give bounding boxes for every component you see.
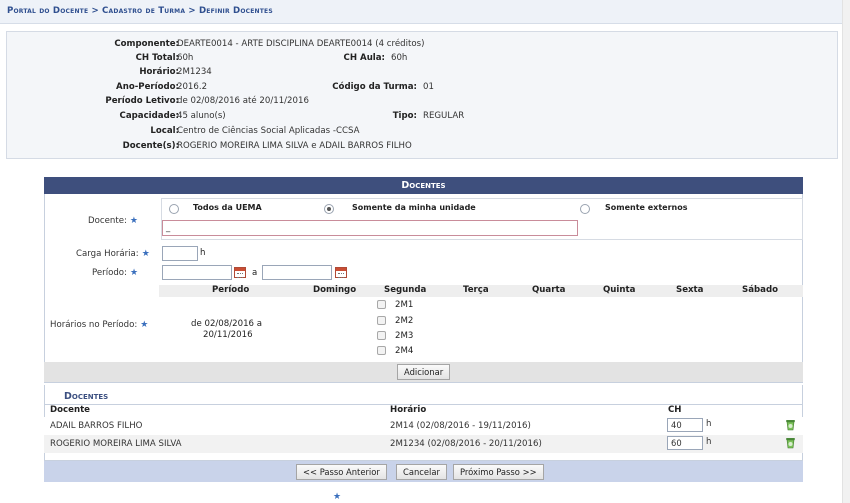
required-star-icon: ★: [333, 492, 342, 502]
header-quarta: Quarta: [532, 285, 566, 295]
radio-todos-uema[interactable]: [169, 204, 179, 214]
row-horario: 2M1234 (02/08/2016 - 20/11/2016): [390, 439, 542, 449]
local-value: Centro de Ciências Social Aplicadas -CCS…: [177, 126, 360, 136]
row-docente: ADAIL BARROS FILHO: [50, 421, 143, 431]
calendar-icon[interactable]: [335, 267, 347, 278]
header-sexta: Sexta: [676, 285, 704, 295]
breadcrumb: Portal do Docente > Cadastro de Turma > …: [0, 0, 842, 24]
breadcrumb-text: Portal do Docente > Cadastro de Turma > …: [7, 6, 273, 16]
ch-input[interactable]: 40: [667, 418, 703, 432]
required-star-icon: ★: [129, 268, 139, 278]
capacidade-label: Capacidade:: [119, 111, 179, 121]
carga-unit: h: [200, 248, 206, 258]
previous-step-button[interactable]: << Passo Anterior: [296, 464, 387, 480]
carga-horaria-input[interactable]: [162, 246, 198, 261]
horario-value: 2M1234: [177, 67, 212, 77]
tipo-value: REGULAR: [423, 111, 465, 121]
remove-icon[interactable]: [785, 437, 796, 449]
calendar-icon[interactable]: [234, 267, 246, 278]
ch-unit: h: [706, 419, 712, 429]
header-sabado: Sábado: [742, 285, 778, 295]
ch-input[interactable]: 60: [667, 436, 703, 450]
docentes-value: ROGERIO MOREIRA LIMA SILVA e ADAIL BARRO…: [177, 141, 412, 151]
slot-checkbox[interactable]: [377, 331, 386, 340]
required-star-icon: ★: [129, 216, 138, 226]
componente-value: DEARTE0014 - ARTE DISCIPLINA DEARTE0014 …: [177, 39, 425, 49]
form-title: Docentes: [44, 177, 803, 194]
docente-input[interactable]: _: [162, 220, 578, 236]
ch-aula-value: 60h: [391, 53, 408, 63]
local-label: Local:: [150, 126, 179, 136]
header-docente: Docente: [50, 405, 91, 415]
slot-label: 2M1: [395, 300, 414, 310]
slot-label: 2M3: [395, 331, 414, 341]
header-domingo: Domingo: [313, 285, 357, 295]
header-terca: Terça: [463, 285, 489, 295]
periodo-separator: a: [252, 268, 258, 278]
periodo-letivo-label: Período Letivo:: [105, 96, 179, 106]
periodo-text-1: de 02/08/2016 a: [191, 319, 263, 329]
row-horario: 2M14 (02/08/2016 - 19/11/2016): [390, 421, 531, 431]
horario-label: Horário:: [139, 67, 179, 77]
periodo-inicio-input[interactable]: [162, 265, 232, 280]
slot-label: 2M4: [395, 346, 414, 356]
slot-label: 2M2: [395, 316, 414, 326]
codigo-turma-value: 01: [423, 82, 434, 92]
cancel-button[interactable]: Cancelar: [396, 464, 447, 480]
adicionar-button[interactable]: Adicionar: [397, 364, 451, 380]
remove-icon[interactable]: [785, 419, 796, 431]
radio-minha-unidade[interactable]: [324, 204, 334, 214]
scrollbar[interactable]: [842, 0, 850, 503]
slot-checkbox[interactable]: [377, 346, 386, 355]
radio-todos-uema-label: Todos da UEMA: [193, 203, 262, 212]
slot-checkbox[interactable]: [377, 316, 386, 325]
radio-somente-externos-label: Somente externos: [605, 203, 688, 212]
slot-checkbox[interactable]: [377, 300, 386, 309]
turma-info-box: Componente: DEARTE0014 - ARTE DISCIPLINA…: [6, 31, 838, 159]
horarios-label: Horários no Período: ★: [50, 320, 149, 330]
docentes-label: Docente(s):: [122, 141, 179, 151]
required-star-icon: ★: [140, 320, 149, 330]
capacidade-value: 45 aluno(s): [177, 111, 226, 121]
header-periodo: Período: [212, 285, 250, 295]
carga-horaria-label: Carga Horária: ★: [76, 249, 150, 259]
header-ch: CH: [668, 405, 682, 415]
row-docente: ROGERIO MOREIRA LIMA SILVA: [50, 439, 182, 449]
ch-total-label: CH Total:: [135, 53, 179, 63]
periodo-letivo-value: de 02/08/2016 até 20/11/2016: [177, 96, 309, 106]
codigo-turma-label: Código da Turma:: [332, 82, 417, 92]
componente-label: Componente:: [114, 39, 179, 49]
ch-unit: h: [706, 437, 712, 447]
ano-periodo-value: 2016.2: [177, 82, 208, 92]
periodo-label: Período: ★: [92, 268, 139, 278]
tipo-label: Tipo:: [392, 111, 417, 121]
radio-somente-externos[interactable]: [580, 204, 590, 214]
next-step-button[interactable]: Próximo Passo >>: [453, 464, 544, 480]
header-quinta: Quinta: [603, 285, 636, 295]
header-segunda: Segunda: [384, 285, 427, 295]
ch-total-value: 60h: [177, 53, 194, 63]
docente-label: Docente: ★: [88, 216, 138, 226]
header-horario: Horário: [390, 405, 427, 415]
ch-aula-label: CH Aula:: [343, 53, 385, 63]
ano-periodo-label: Ano-Período:: [116, 82, 179, 92]
docentes-list-title: Docentes: [64, 391, 109, 402]
radio-minha-unidade-label: Somente da minha unidade: [352, 203, 476, 212]
required-star-icon: ★: [141, 249, 150, 259]
periodo-fim-input[interactable]: [262, 265, 332, 280]
periodo-text-2: 20/11/2016: [203, 330, 253, 340]
